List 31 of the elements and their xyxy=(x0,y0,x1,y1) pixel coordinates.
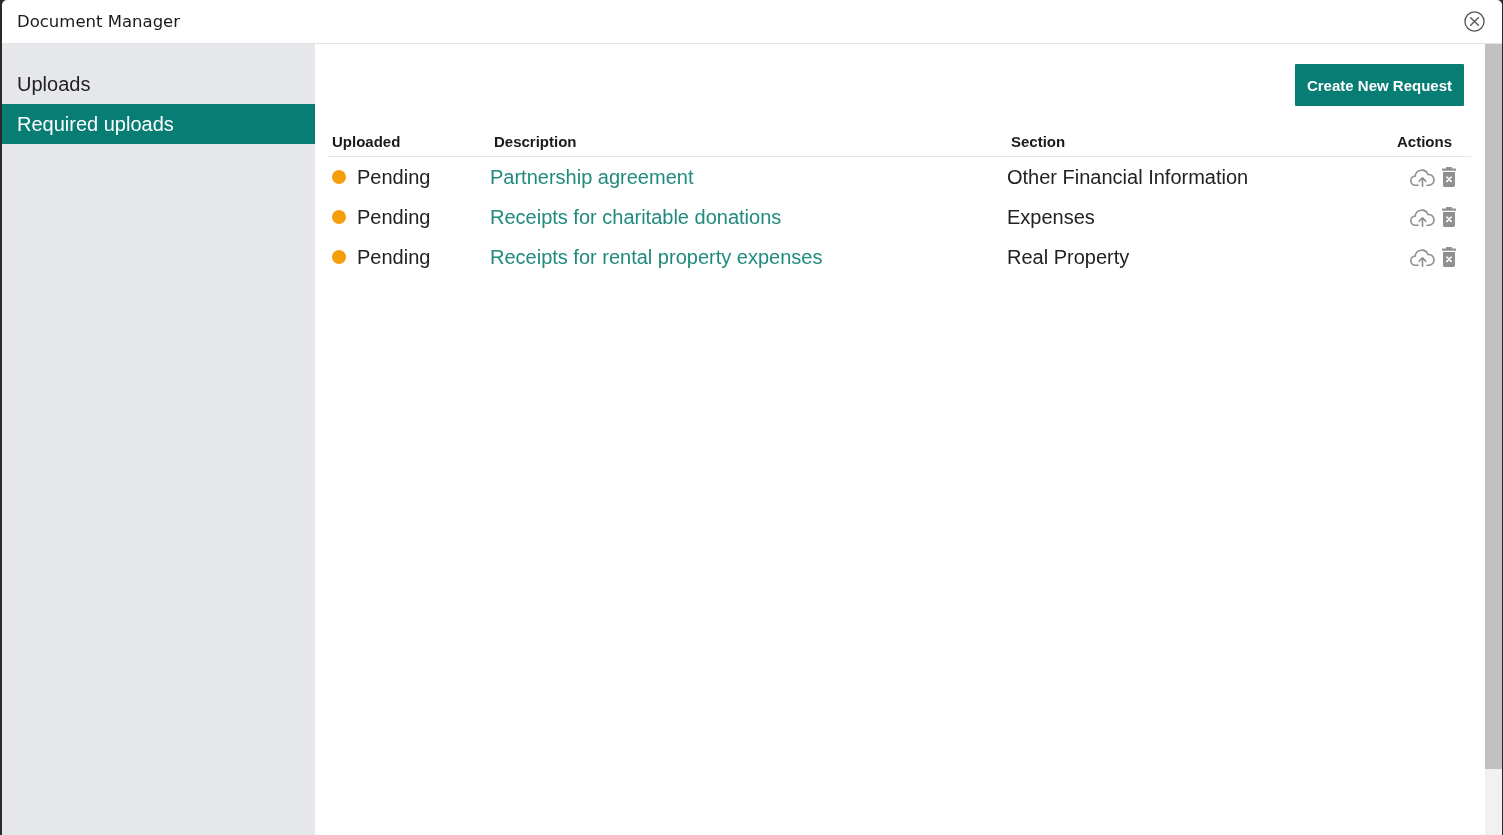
trash-icon xyxy=(1441,247,1457,267)
column-header: Actions xyxy=(1396,132,1453,150)
description-link[interactable]: Receipts for charitable donations xyxy=(490,205,782,229)
cloud-upload-icon xyxy=(1410,207,1435,227)
delete-button[interactable] xyxy=(1441,247,1457,267)
section-text: Other Financial Information xyxy=(1007,165,1249,189)
create-request-button[interactable]: Create New Request xyxy=(1294,64,1464,106)
delete-button[interactable] xyxy=(1441,167,1457,187)
column-header: Description xyxy=(493,132,578,150)
delete-button[interactable] xyxy=(1441,207,1457,227)
section-text: Real Property xyxy=(1007,245,1130,269)
description-link[interactable]: Receipts for rental property expenses xyxy=(490,245,823,269)
cloud-upload-icon xyxy=(1410,167,1435,187)
upload-button[interactable] xyxy=(1410,247,1435,267)
section-text: Expenses xyxy=(1007,205,1095,229)
cloud-upload-icon xyxy=(1410,247,1435,267)
description-link[interactable]: Partnership agreement xyxy=(490,165,694,189)
upload-button[interactable] xyxy=(1410,167,1435,187)
close-button[interactable] xyxy=(1464,11,1485,32)
trash-icon xyxy=(1441,207,1457,227)
trash-icon xyxy=(1441,167,1457,187)
status-text: Pending xyxy=(357,165,431,189)
status-text: Pending xyxy=(357,245,431,269)
column-header: Section xyxy=(1010,132,1067,150)
column-header: Uploaded xyxy=(331,132,402,150)
sidebar-item[interactable]: Required uploads xyxy=(2,104,315,144)
upload-button[interactable] xyxy=(1410,207,1435,227)
window-title: Document Manager xyxy=(17,12,181,31)
sidebar-item[interactable]: Uploads xyxy=(2,64,315,104)
close-icon xyxy=(1464,11,1485,32)
status-text: Pending xyxy=(357,205,431,229)
